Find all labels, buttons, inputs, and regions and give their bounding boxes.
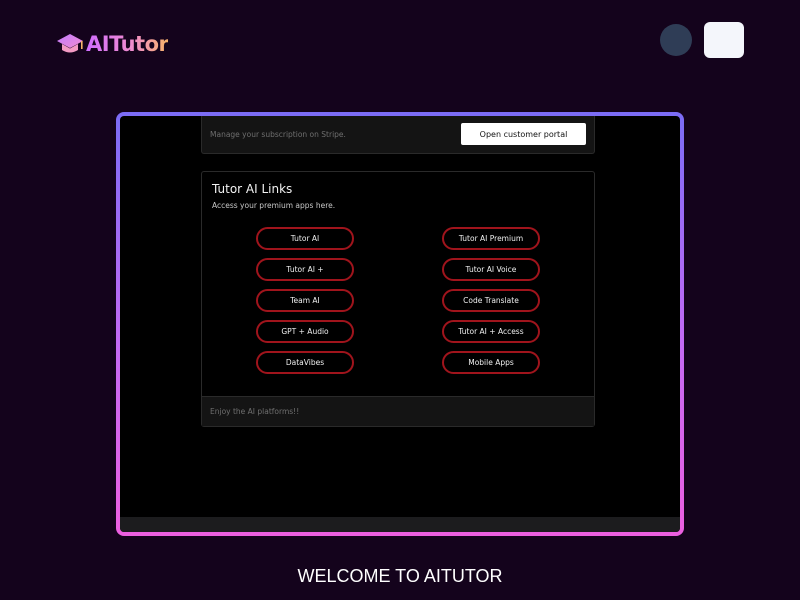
- links-card-footer: Enjoy the AI platforms!!: [202, 396, 594, 426]
- avatar[interactable]: [660, 24, 692, 56]
- logo-text: AITutor: [86, 32, 169, 56]
- link-team-ai[interactable]: Team AI: [256, 289, 354, 312]
- preview-frame: Manage your subscription on Stripe. Open…: [116, 112, 684, 536]
- menu-button[interactable]: [704, 22, 744, 58]
- links-footer-text: Enjoy the AI platforms!!: [210, 407, 300, 416]
- link-tutor-ai-voice[interactable]: Tutor AI Voice: [442, 258, 540, 281]
- link-tutor-ai[interactable]: Tutor AI: [256, 227, 354, 250]
- link-code-translate[interactable]: Code Translate: [442, 289, 540, 312]
- preview-screen: Manage your subscription on Stripe. Open…: [120, 116, 680, 532]
- screen-bottom-bar: [120, 517, 680, 532]
- link-tutor-ai-premium[interactable]: Tutor AI Premium: [442, 227, 540, 250]
- link-datavibes[interactable]: DataVibes: [256, 351, 354, 374]
- welcome-heading: WELCOME TO AITUTOR: [297, 566, 503, 586]
- link-tutor-ai-plus[interactable]: Tutor AI +: [256, 258, 354, 281]
- link-mobile-apps[interactable]: Mobile Apps: [442, 351, 540, 374]
- open-customer-portal-button[interactable]: Open customer portal: [461, 123, 586, 145]
- links-card-title: Tutor AI Links: [212, 182, 293, 196]
- subscription-card: Manage your subscription on Stripe. Open…: [201, 116, 595, 154]
- top-header: AITutor: [0, 0, 800, 90]
- links-card-subtitle: Access your premium apps here.: [212, 201, 336, 210]
- link-gpt-audio[interactable]: GPT + Audio: [256, 320, 354, 343]
- logo[interactable]: AITutor: [55, 29, 169, 59]
- graduation-cap-icon: [57, 34, 83, 53]
- tutor-ai-links-card: Tutor AI Links Access your premium apps …: [201, 171, 595, 427]
- link-tutor-ai-plus-access[interactable]: Tutor AI + Access: [442, 320, 540, 343]
- subscription-text: Manage your subscription on Stripe.: [210, 130, 346, 139]
